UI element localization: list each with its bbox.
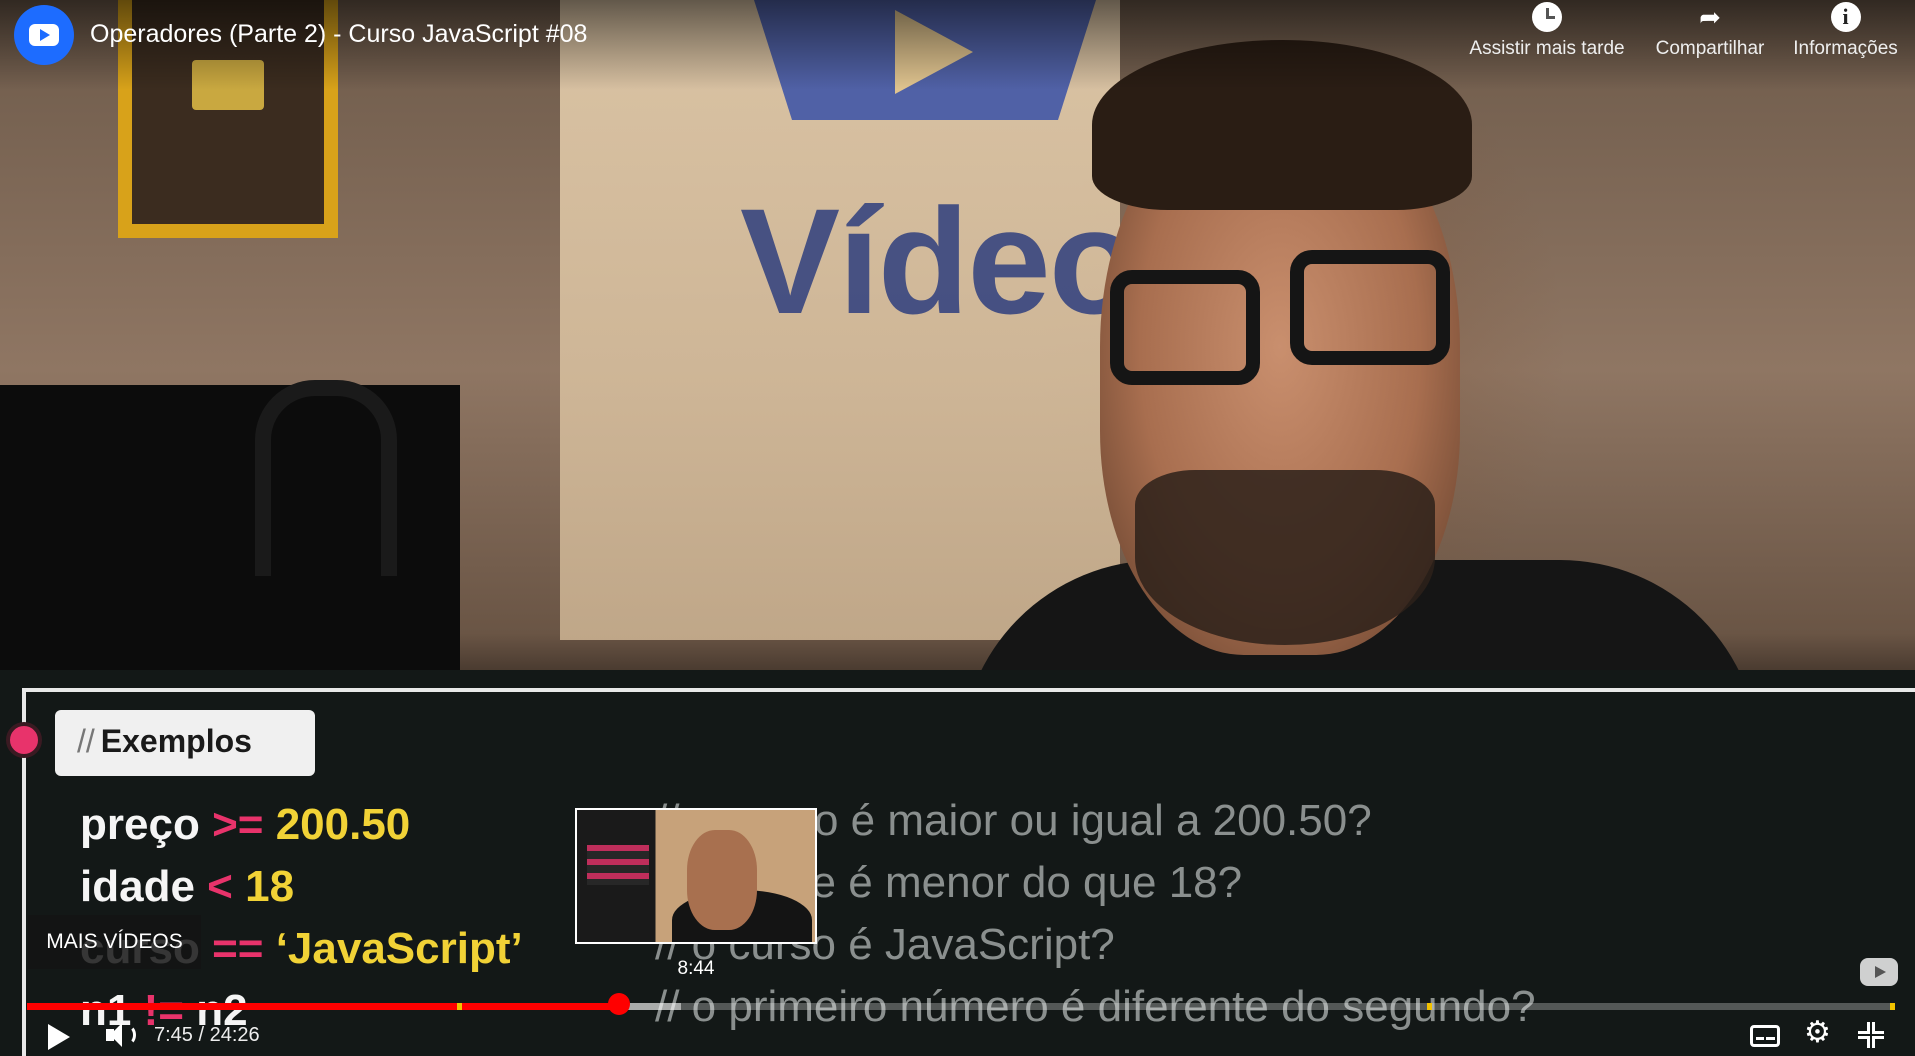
code-line: idade < 18 — [80, 862, 295, 911]
headphone — [255, 380, 397, 576]
glasses-right — [1290, 250, 1450, 365]
presenter-beard — [1135, 470, 1435, 645]
video-title[interactable]: Operadores (Parte 2) - Curso JavaScript … — [90, 20, 587, 49]
examples-heading: //Exemplos — [55, 710, 315, 776]
share-arrow-icon: ➦ — [1699, 2, 1721, 32]
progress-bar[interactable] — [27, 1003, 1895, 1010]
subtitles-icon[interactable] — [1750, 1025, 1780, 1047]
youtube-watermark-icon[interactable] — [1860, 958, 1898, 986]
examples-title: Exemplos — [100, 723, 252, 759]
more-videos-button[interactable]: MAIS VÍDEOS — [28, 915, 201, 969]
share-button[interactable]: ➦ Compartilhar — [1645, 0, 1775, 75]
info-button[interactable]: i Informações — [1783, 0, 1908, 75]
seek-preview-time: 8:44 — [677, 958, 715, 979]
play-icon[interactable] — [48, 1024, 70, 1050]
clock-icon — [1532, 2, 1562, 32]
channel-logo-icon[interactable] — [14, 5, 74, 65]
logo-word: Vídeo — [740, 177, 1140, 345]
watch-later-button[interactable]: Assistir mais tarde — [1462, 0, 1632, 75]
volume-icon[interactable] — [106, 1020, 136, 1050]
glasses-left — [1110, 270, 1260, 385]
video-frame[interactable]: Vídeo //Exemplos preço >= 200.50 idade <… — [0, 0, 1915, 1056]
scrubber-handle[interactable] — [608, 993, 631, 1015]
chapter-marker — [457, 1003, 462, 1010]
seek-preview-thumbnail — [575, 808, 817, 944]
chapter-marker — [1890, 1003, 1895, 1010]
played-bar — [27, 1003, 620, 1010]
slide-dot — [6, 722, 42, 758]
time-display: 7:45 / 24:26 — [154, 1024, 260, 1046]
code-line: preço >= 200.50 — [80, 800, 411, 849]
exit-fullscreen-icon[interactable] — [1858, 1022, 1884, 1048]
settings-icon[interactable]: ⚙ — [1804, 1016, 1831, 1050]
chapter-marker — [1427, 1003, 1432, 1010]
info-icon: i — [1830, 2, 1861, 32]
